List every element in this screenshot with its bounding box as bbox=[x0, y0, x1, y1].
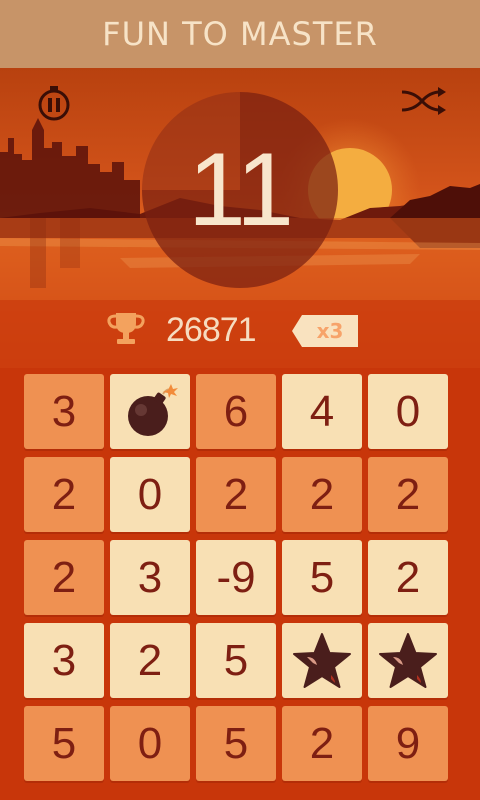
number-tile[interactable]: 4 bbox=[282, 374, 362, 449]
number-tile[interactable]: 3 bbox=[24, 374, 104, 449]
number-tile[interactable]: 2 bbox=[196, 457, 276, 532]
shuffle-icon bbox=[401, 87, 446, 115]
number-tile[interactable]: 0 bbox=[368, 374, 448, 449]
number-tile[interactable]: 2 bbox=[368, 540, 448, 615]
bomb-tile[interactable] bbox=[110, 374, 190, 449]
number-tile[interactable]: 5 bbox=[282, 540, 362, 615]
number-tile[interactable]: 5 bbox=[196, 706, 276, 781]
number-tile[interactable]: 2 bbox=[282, 706, 362, 781]
pause-icon bbox=[38, 86, 70, 121]
multiplier-label: x3 bbox=[316, 319, 344, 343]
star-icon bbox=[293, 632, 351, 688]
timer-value: 11 bbox=[188, 131, 294, 248]
shuffle-button[interactable] bbox=[400, 86, 448, 116]
trophy-icon bbox=[107, 313, 145, 344]
number-tile[interactable]: 3 bbox=[24, 623, 104, 698]
number-tile[interactable]: 0 bbox=[110, 457, 190, 532]
number-tile[interactable]: 2 bbox=[282, 457, 362, 532]
number-tile[interactable]: 3 bbox=[110, 540, 190, 615]
number-tile[interactable]: 2 bbox=[24, 457, 104, 532]
banner-title: FUN TO MASTER bbox=[0, 0, 480, 68]
bomb-icon bbox=[128, 383, 178, 436]
star-tile[interactable] bbox=[282, 623, 362, 698]
game-board: 3 6 4 0 2 0 2 2 2 2 3 -9 5 2 3 2 5 5 0 5 2 9 bbox=[24, 374, 456, 786]
number-tile[interactable]: 5 bbox=[196, 623, 276, 698]
star-icon bbox=[379, 632, 437, 688]
number-tile[interactable]: -9 bbox=[196, 540, 276, 615]
number-tile[interactable]: 0 bbox=[110, 706, 190, 781]
score-value: 26871 bbox=[166, 311, 257, 349]
number-tile[interactable]: 2 bbox=[24, 540, 104, 615]
pause-button[interactable] bbox=[36, 86, 72, 122]
number-tile[interactable]: 9 bbox=[368, 706, 448, 781]
number-tile[interactable]: 6 bbox=[196, 374, 276, 449]
number-tile[interactable]: 5 bbox=[24, 706, 104, 781]
number-tile[interactable]: 2 bbox=[110, 623, 190, 698]
number-tile[interactable]: 2 bbox=[368, 457, 448, 532]
star-tile[interactable] bbox=[368, 623, 448, 698]
